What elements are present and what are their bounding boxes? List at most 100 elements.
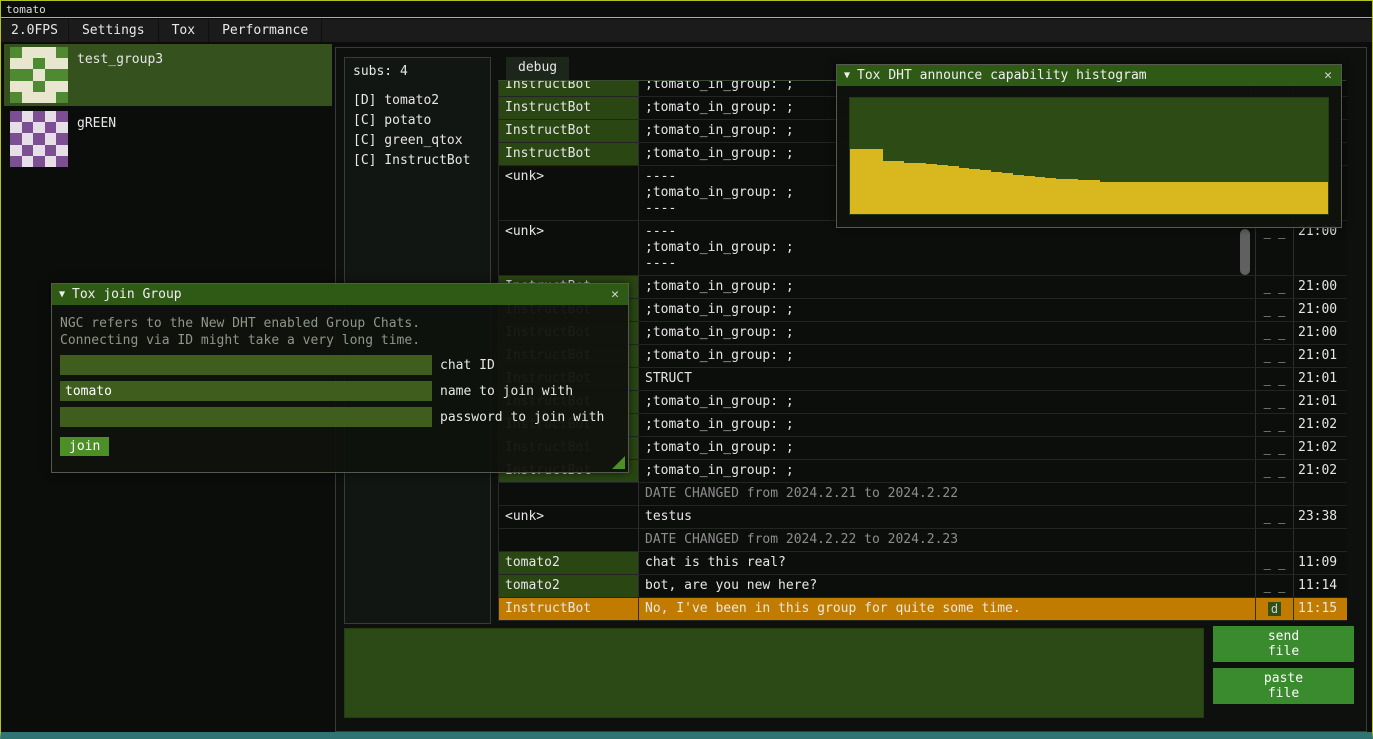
group-name: test_group3 [77, 47, 163, 103]
sender-name: InstructBot [499, 97, 639, 119]
join-group-window-titlebar[interactable]: ▼ Tox join Group ✕ [52, 284, 628, 305]
app-window: tomato 2.0FPS SettingsToxPerformance tes… [0, 0, 1373, 739]
histogram-bar [1089, 180, 1100, 214]
ngc-info-line: Connecting via ID might take a very long… [60, 332, 620, 349]
input-label: name to join with [440, 384, 573, 399]
password-to-join-with-input[interactable] [60, 407, 432, 427]
send-file-button[interactable]: send file [1213, 626, 1354, 662]
paste-file-button[interactable]: paste file [1213, 668, 1354, 704]
message-time: 21:02 [1294, 460, 1347, 482]
message-flags: d [1256, 598, 1294, 620]
chat-message-row[interactable]: <unk>----;tomato_in_group: ;----_ _21:00 [499, 221, 1347, 276]
message-flags: _ _ [1256, 506, 1294, 528]
histogram-bar [1035, 177, 1046, 214]
message-flags: _ _ [1256, 221, 1294, 275]
date-changed-text: DATE CHANGED from 2024.2.22 to 2024.2.23 [639, 529, 1256, 551]
collapse-arrow-icon[interactable]: ▼ [59, 289, 65, 300]
histogram-bar [991, 172, 1002, 214]
histogram-bar [1295, 182, 1306, 214]
message-flags: _ _ [1256, 322, 1294, 344]
message-flags: _ _ [1256, 368, 1294, 390]
message-flags: _ _ [1256, 414, 1294, 436]
message-text: ;tomato_in_group: ; [639, 414, 1256, 436]
subs-member-list: [D] tomato2[C] potato[C] green_qtox[C] I… [353, 91, 482, 171]
message-flags: _ _ [1256, 299, 1294, 321]
histogram-window: ▼ Tox DHT announce capability histogram … [836, 64, 1342, 228]
histogram-bar [904, 163, 915, 214]
histogram-bar [1208, 182, 1219, 214]
histogram-bar [1198, 182, 1209, 214]
sender-name: tomato2 [499, 575, 639, 597]
menubar: 2.0FPS SettingsToxPerformance [1, 19, 1372, 42]
histogram-bar [937, 165, 948, 214]
collapse-arrow-icon[interactable]: ▼ [844, 70, 850, 81]
message-flags: _ _ [1256, 345, 1294, 367]
titlebar[interactable]: tomato [1, 1, 1372, 18]
histogram-bar [1143, 182, 1154, 214]
fps-counter: 2.0FPS [1, 19, 69, 42]
member-item-tomato2[interactable]: [D] tomato2 [353, 91, 482, 111]
group-identicon [10, 111, 68, 167]
histogram-bar [1111, 182, 1122, 214]
member-item-potato[interactable]: [C] potato [353, 111, 482, 131]
join-button[interactable]: join [60, 437, 109, 456]
message-text: ;tomato_in_group: ; [639, 437, 1256, 459]
message-time: 11:09 [1294, 552, 1347, 574]
sender-name: InstructBot [499, 120, 639, 142]
date-changed-text: DATE CHANGED from 2024.2.21 to 2024.2.22 [639, 483, 1256, 505]
histogram-bar [1024, 176, 1035, 214]
input-label: chat ID [440, 358, 495, 373]
chat-message-row[interactable]: tomato2bot, are you new here?_ _11:14 [499, 575, 1347, 598]
message-text: ;tomato_in_group: ; [639, 345, 1256, 367]
histogram-bar [893, 161, 904, 214]
name-to-join-with-input[interactable] [60, 381, 432, 401]
histogram-bar [1067, 179, 1078, 214]
histogram-bar [1078, 180, 1089, 214]
chat-ID-input[interactable] [60, 355, 432, 375]
resize-grip-icon[interactable] [612, 456, 625, 469]
group-item-test_group3[interactable]: test_group3 [4, 44, 332, 106]
histogram-bar [1187, 182, 1198, 214]
window-title: tomato [6, 3, 46, 16]
close-icon[interactable]: ✕ [1322, 68, 1334, 83]
message-time: 21:00 [1294, 221, 1347, 275]
sender-name: InstructBot [499, 81, 639, 96]
close-icon[interactable]: ✕ [609, 287, 621, 302]
group-item-gREEN[interactable]: gREEN [4, 108, 332, 170]
histogram-bar [850, 149, 861, 214]
histogram-window-titlebar[interactable]: ▼ Tox DHT announce capability histogram … [837, 65, 1341, 86]
message-text: ;tomato_in_group: ; [639, 276, 1256, 298]
chat-scrollbar[interactable] [1240, 229, 1250, 275]
message-flags: _ _ [1256, 552, 1294, 574]
chat-message-row[interactable]: InstructBotNo, I've been in this group f… [499, 598, 1347, 621]
histogram-bar [1045, 178, 1056, 214]
histogram-bar [872, 149, 883, 214]
message-text: STRUCT [639, 368, 1256, 390]
tab-debug[interactable]: debug [506, 57, 569, 80]
chat-message-row[interactable]: tomato2chat is this real?_ _11:09 [499, 552, 1347, 575]
member-item-InstructBot[interactable]: [C] InstructBot [353, 151, 482, 171]
menu-item-settings[interactable]: Settings [69, 19, 159, 42]
message-time: 21:01 [1294, 345, 1347, 367]
histogram-bar [1263, 182, 1274, 214]
histogram-bar [1132, 182, 1143, 214]
histogram-bar [1230, 182, 1241, 214]
group-identicon [10, 47, 68, 103]
histogram-bar [926, 164, 937, 214]
histogram-bar [1241, 182, 1252, 214]
message-text: ;tomato_in_group: ; [639, 460, 1256, 482]
member-item-green_qtox[interactable]: [C] green_qtox [353, 131, 482, 151]
histogram-bar [1165, 182, 1176, 214]
sender-name: InstructBot [499, 598, 639, 620]
message-time: 11:15 [1294, 598, 1347, 620]
message-time: 11:14 [1294, 575, 1347, 597]
menu-item-performance[interactable]: Performance [209, 19, 322, 42]
histogram-bar [980, 170, 991, 214]
message-input[interactable] [344, 628, 1204, 718]
message-time: 23:38 [1294, 506, 1347, 528]
histogram-bar [883, 161, 894, 214]
menu-item-tox[interactable]: Tox [159, 19, 209, 42]
chat-message-row[interactable]: <unk>testus_ _23:38 [499, 506, 1347, 529]
histogram-bar [1284, 182, 1295, 214]
histogram-bar [1154, 182, 1165, 214]
